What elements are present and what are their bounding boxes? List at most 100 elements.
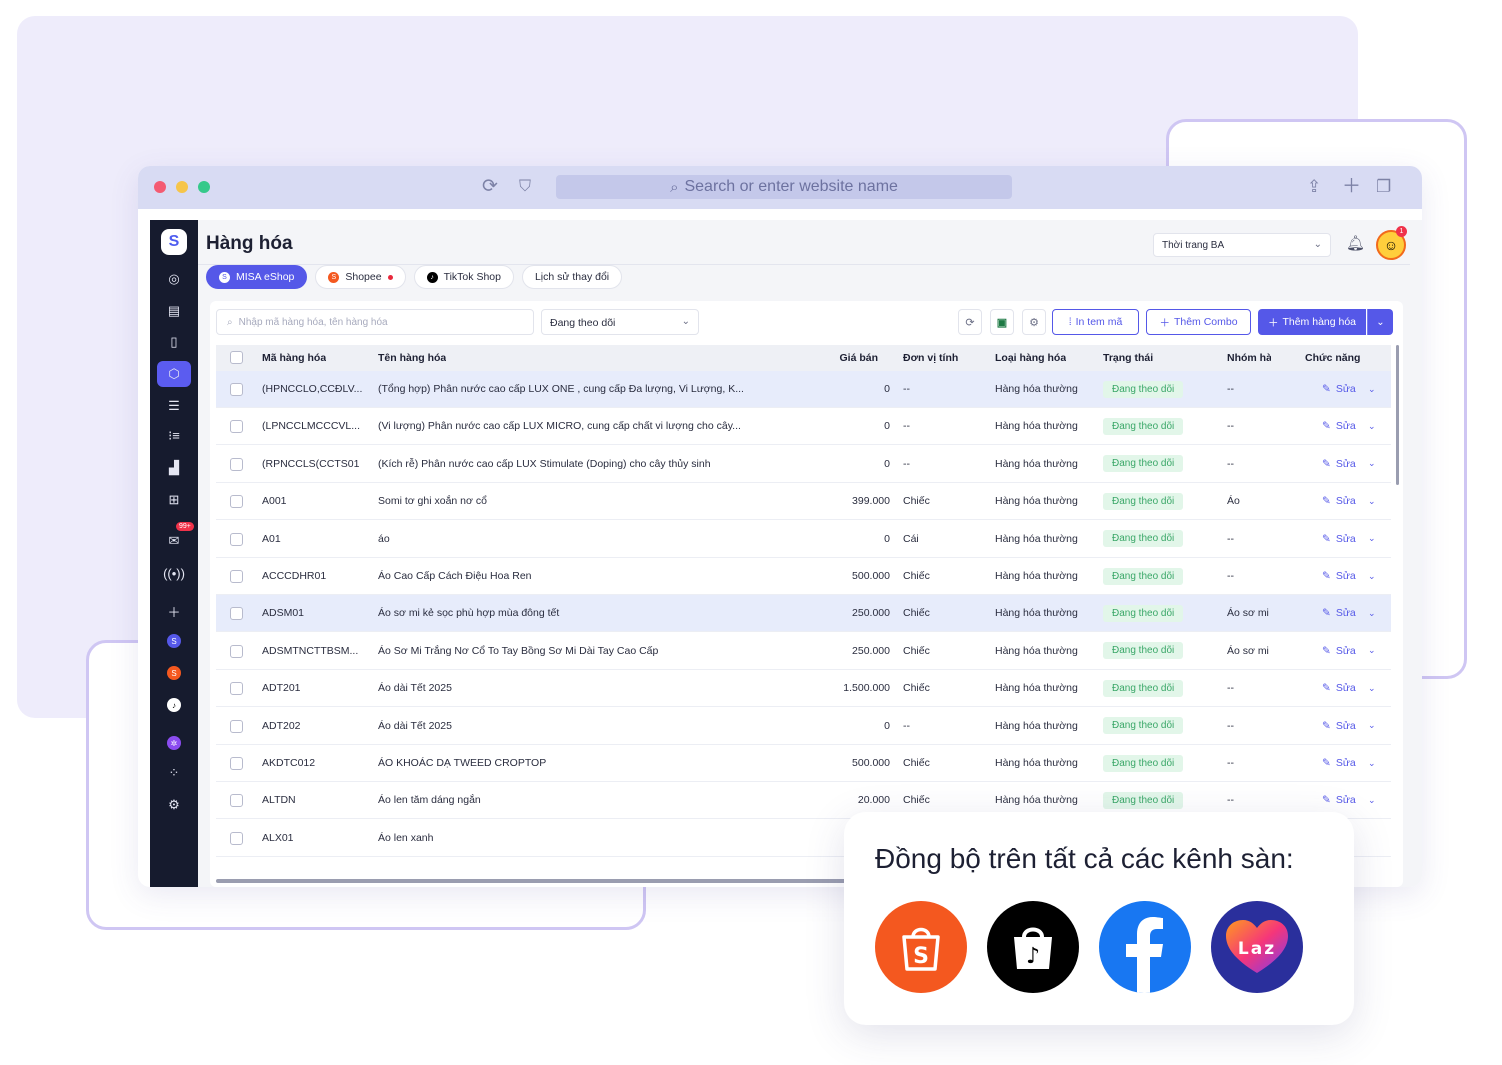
share-icon[interactable]: ⇪ [1307,176,1321,198]
row-checkbox[interactable] [230,644,243,658]
table-row[interactable]: (RPNCCLS(CCTS01 (Kích rễ) Phân nước cao c… [216,446,1391,483]
bell-icon[interactable]: 🔔︎ [1346,234,1365,252]
table-row[interactable]: A001 Somi tơ ghi xoắn nơ cổ 399.000 Chiếc Hà… [216,483,1391,521]
edit-button[interactable]: ✎ Sửa [1322,708,1356,744]
sidebar-item-promotions[interactable]: ⊞ [157,487,191,513]
table-row[interactable]: ADSM01 Áo sơ mi kẻ sọc phù hợp mùa đông t… [216,595,1391,633]
row-checkbox[interactable] [230,831,243,845]
edit-button[interactable]: ✎ Sửa [1322,670,1356,706]
table-row[interactable]: A01 áo 0 Cái Hàng hóa thường Đang theo dõi -- ✎… [216,521,1391,558]
horizontal-scrollbar[interactable] [216,879,856,883]
table-row[interactable]: (HPNCCLO,CCĐLV... (Tổng hợp) Phân nước ca… [216,371,1391,408]
row-checkbox[interactable] [230,607,243,621]
edit-button[interactable]: ✎ Sửa [1322,558,1356,594]
sidebar-item-settings[interactable]: ⚙ [157,792,191,818]
chevron-down-icon[interactable]: ⌄ [1368,633,1376,669]
sidebar-item-messages[interactable]: ✉ [157,528,191,554]
refresh-button[interactable]: ⟳ [958,309,982,335]
table-row[interactable]: (LPNCCLMCCCVL... (Vi lượng) Phân nước cao… [216,408,1391,446]
table-row[interactable]: ADT201 Áo dài Tết 2025 1.500.000 Chiếc Hàng … [216,670,1391,708]
row-checkbox[interactable] [230,682,243,696]
misa-channel-icon[interactable]: S [167,634,181,648]
header-unit[interactable]: Đơn vị tính [903,345,958,371]
row-checkbox[interactable] [230,794,243,808]
shopee-channel-icon[interactable]: S [167,666,181,680]
edit-button[interactable]: ✎ Sửa [1322,483,1356,519]
table-row[interactable]: AKDTC012 ÁO KHOÁC DẠ TWEED CROPTOP 500.000… [216,745,1391,782]
close-window-dot[interactable] [154,181,166,193]
sidebar-item-list[interactable]: ☰ [157,393,191,419]
extension-icon[interactable]: ✲ [167,736,181,750]
chevron-down-icon[interactable]: ⌄ [1368,782,1376,818]
row-checkbox[interactable] [230,757,243,770]
sidebar-item-reports[interactable]: ▟ [157,455,191,481]
row-checkbox[interactable] [230,420,243,434]
sidebar-item-products[interactable]: ⬡ [157,361,191,387]
shield-icon[interactable]: ⛉ [519,176,531,198]
address-bar[interactable]: ⌕ Search or enter website name [556,175,1012,199]
row-checkbox[interactable] [230,383,243,396]
header-name[interactable]: Tên hàng hóa [378,345,446,371]
vertical-scrollbar[interactable] [1396,345,1399,485]
status-filter-select[interactable]: Đang theo dõi ⌄ [541,309,699,335]
sidebar-item-add-channel[interactable]: ＋ [157,598,191,624]
edit-button[interactable]: ✎ Sửa [1322,371,1356,407]
tabs-icon[interactable]: ❐ [1376,176,1391,198]
sidebar-item-catalog[interactable]: ⁝≡ [157,423,191,449]
chevron-down-icon[interactable]: ⌄ [1368,708,1376,744]
edit-button[interactable]: ✎ Sửa [1322,408,1356,444]
edit-button[interactable]: ✎ Sửa [1322,595,1356,631]
chevron-down-icon[interactable]: ⌄ [1368,521,1376,557]
sidebar-item-orders[interactable]: ▤ [157,298,191,324]
header-code[interactable]: Mã hàng hóa [262,345,326,371]
row-checkbox[interactable] [230,495,243,509]
header-status[interactable]: Trạng thái [1103,345,1153,371]
chevron-down-icon[interactable]: ⌄ [1368,371,1376,407]
add-product-dropdown[interactable]: ⌄ [1367,309,1393,335]
table-row[interactable]: ACCCDHR01 Áo Cao Cấp Cách Điệu Hoa Ren 500… [216,558,1391,595]
tab-misa-eshop[interactable]: S MISA eShop [206,265,308,289]
edit-button[interactable]: ✎ Sửa [1322,745,1356,781]
chevron-down-icon[interactable]: ⌄ [1368,408,1376,444]
cell-group: Áo [1227,495,1240,508]
add-product-button[interactable]: ＋ Thêm hàng hóa [1258,309,1366,335]
tab-tiktok-shop[interactable]: ♪ TikTok Shop [413,265,514,289]
table-row[interactable]: ADSMTNCTTBSM... Áo Sơ Mi Trắng Nơ Cổ To T… [216,633,1391,670]
tab-history[interactable]: Lịch sử thay đổi [521,265,623,289]
sidebar-item-invoices[interactable]: ▯ [157,329,191,355]
chevron-down-icon[interactable]: ⌄ [1368,558,1376,594]
excel-export-button[interactable]: ▣ [990,309,1014,335]
header-group[interactable]: Nhóm hà [1227,345,1271,371]
search-input[interactable]: ⌕ Nhập mã hàng hóa, tên hàng hóa [216,309,534,335]
maximize-window-dot[interactable] [198,181,210,193]
plus-icon[interactable]: ＋ [1342,176,1361,198]
tiktok-channel-icon[interactable]: ♪ [167,698,181,712]
select-all-checkbox[interactable] [230,351,243,364]
chevron-down-icon[interactable]: ⌄ [1368,595,1376,631]
edit-button[interactable]: ✎ Sửa [1322,446,1356,482]
edit-button[interactable]: ✎ Sửa [1322,633,1356,669]
settings-button[interactable]: ⚙ [1022,309,1046,335]
chevron-down-icon[interactable]: ⌄ [1368,745,1376,781]
row-checkbox[interactable] [230,457,243,471]
app-logo[interactable]: S [161,229,187,255]
row-checkbox[interactable] [230,719,243,733]
table-row[interactable]: ADT202 Áo dài Tết 2025 0 -- Hàng hóa thường Đ… [216,708,1391,745]
print-barcode-button[interactable]: ⁞ In tem mã [1052,309,1139,335]
header-type[interactable]: Loại hàng hóa [995,345,1066,371]
row-checkbox[interactable] [230,570,243,583]
shop-select[interactable]: Thời trang BA ⌄ [1153,233,1331,257]
header-price[interactable]: Giá bán [776,345,878,371]
reload-icon[interactable]: ⟳ [482,176,498,198]
row-checkbox[interactable] [230,532,243,546]
sidebar-item-live[interactable]: ((•)) [157,560,191,586]
minimize-window-dot[interactable] [176,181,188,193]
chevron-down-icon[interactable]: ⌄ [1368,483,1376,519]
edit-button[interactable]: ✎ Sửa [1322,521,1356,557]
chevron-down-icon[interactable]: ⌄ [1368,670,1376,706]
tab-shopee[interactable]: S Shopee [315,265,406,289]
chevron-down-icon[interactable]: ⌄ [1368,446,1376,482]
sidebar-item-dashboard[interactable]: ◎ [157,266,191,292]
add-combo-button[interactable]: ＋ Thêm Combo [1146,309,1251,335]
sidebar-item-apps[interactable]: ⁘ [157,760,191,786]
